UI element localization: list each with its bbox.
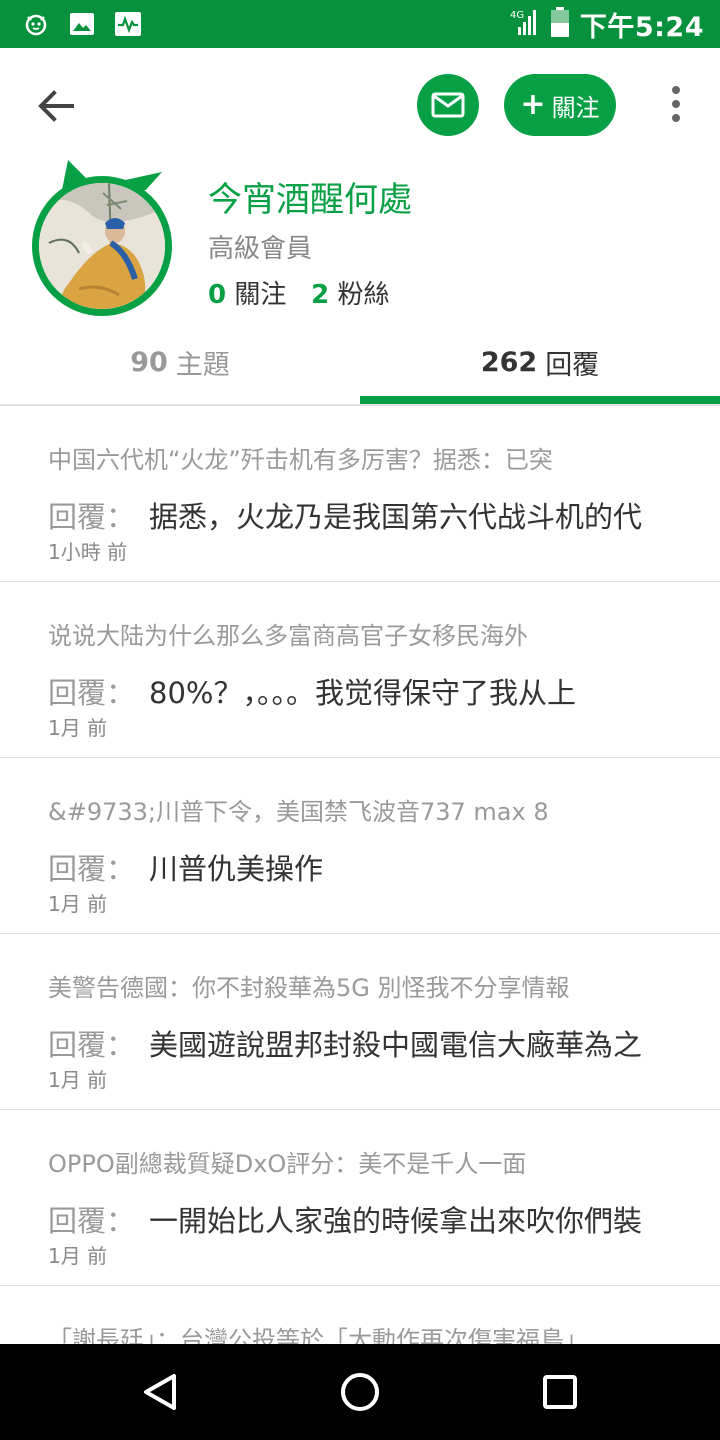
- more-menu-button[interactable]: [664, 84, 688, 124]
- more-dot: [672, 86, 680, 94]
- nav-back-button[interactable]: [136, 1368, 184, 1416]
- reply-text: 回覆： 美國遊說盟邦封殺中國電信大廠華為之: [48, 1022, 668, 1064]
- tab-count: 90: [130, 346, 168, 378]
- avatar-image: [32, 176, 172, 316]
- signal-icon: 4G: [510, 7, 540, 41]
- reply-content: 据悉，火龙乃是我国第六代战斗机的代: [149, 500, 643, 534]
- list-item[interactable]: 美警告德國：你不封殺華為5G 別怪我不分享情報 回覆： 美國遊說盟邦封殺中國電信大…: [0, 934, 720, 1110]
- mail-icon: [431, 92, 465, 118]
- reply-content: 一開始比人家強的時候拿出來吹你們裝: [149, 1204, 643, 1238]
- activity-icon: [114, 10, 142, 38]
- thread-title: 美警告德國：你不封殺華為5G 別怪我不分享情報: [48, 974, 570, 1002]
- timestamp: 1月 前: [48, 1068, 108, 1092]
- following-label: 關注: [234, 280, 287, 310]
- reply-label: 回覆：: [48, 500, 136, 534]
- tab-label: 回覆: [545, 349, 600, 381]
- list-item[interactable]: 说说大陆为什么那么多富商高官子女移民海外 回覆： 80%？，。。。我觉得保守了我从…: [0, 582, 720, 758]
- nav-home-button[interactable]: [336, 1368, 384, 1416]
- square-recents-icon: [543, 1375, 577, 1409]
- thread-title: 中国六代机“火龙”歼击机有多厉害？据悉：已突: [48, 446, 553, 474]
- reply-text: 回覆： 据悉，火龙乃是我国第六代战斗机的代: [48, 494, 668, 536]
- network-label: 4G: [510, 10, 524, 21]
- follow-button[interactable]: + 關注: [504, 74, 616, 136]
- more-dot: [672, 114, 680, 122]
- system-nav-bar: [0, 1344, 720, 1440]
- thread-title: OPPO副總裁質疑DxO評分：美不是千人一面: [48, 1150, 527, 1178]
- avatar[interactable]: [32, 160, 172, 316]
- tab-count: 262: [480, 346, 538, 378]
- timestamp: 1月 前: [48, 1244, 108, 1268]
- message-button[interactable]: [417, 74, 479, 136]
- reply-content: 80%？，。。。我觉得保守了我从上: [149, 676, 576, 710]
- timestamp: 1月 前: [48, 892, 108, 916]
- battery-icon: [550, 6, 570, 42]
- status-bar: 4G 下午5:24: [0, 0, 720, 48]
- thread-title: &#9733;川普下令，美国禁飞波音737 max 8: [48, 798, 549, 826]
- reply-label: 回覆：: [48, 676, 136, 710]
- reply-label: 回覆：: [48, 852, 136, 886]
- reply-text: 回覆： 一開始比人家強的時候拿出來吹你們裝: [48, 1198, 668, 1240]
- reply-content: 美國遊說盟邦封殺中國電信大廠華為之: [149, 1028, 643, 1062]
- tab-topics[interactable]: 90 主題: [0, 320, 360, 404]
- reply-label: 回覆：: [48, 1028, 136, 1062]
- list-item[interactable]: 「謝長廷」：台灣公投等於「大動作再次傷害福島」: [0, 1286, 720, 1350]
- arrow-left-icon: [38, 90, 74, 122]
- reply-content: 川普仇美操作: [149, 852, 324, 886]
- nav-recents-button[interactable]: [536, 1368, 584, 1416]
- list-item[interactable]: OPPO副總裁質疑DxO評分：美不是千人一面 回覆： 一開始比人家強的時候拿出來吹…: [0, 1110, 720, 1286]
- follow-label: 關注: [551, 93, 600, 122]
- timestamp: 1小時 前: [48, 540, 128, 564]
- reply-text: 回覆： 川普仇美操作: [48, 846, 668, 888]
- reply-label: 回覆：: [48, 1204, 136, 1238]
- list-item[interactable]: &#9733;川普下令，美国禁飞波音737 max 8 回覆： 川普仇美操作 1月…: [0, 758, 720, 934]
- cat-face-icon: [22, 10, 50, 38]
- plus-icon: +: [520, 87, 546, 122]
- triangle-back-icon: [144, 1374, 176, 1410]
- tab-label: 主題: [175, 349, 230, 381]
- reply-list: 中国六代机“火龙”歼击机有多厉害？据悉：已突 回覆： 据悉，火龙乃是我国第六代战斗…: [0, 406, 720, 1350]
- profile-stats: 0 關注 2 粉絲: [208, 274, 390, 311]
- status-time: 下午5:24: [579, 11, 704, 43]
- followers-count: 2: [311, 280, 330, 310]
- list-item[interactable]: 中国六代机“火龙”歼击机有多厉害？据悉：已突 回覆： 据悉，火龙乃是我国第六代战斗…: [0, 406, 720, 582]
- following-stat[interactable]: 0 關注: [208, 280, 295, 310]
- more-dot: [672, 100, 680, 108]
- tab-bar: 90 主題 262 回覆: [0, 320, 720, 406]
- profile-header: + 關注: [0, 48, 720, 158]
- tab-replies[interactable]: 262 回覆: [360, 320, 720, 404]
- following-count: 0: [208, 280, 227, 310]
- profile-name: 今宵酒醒何處: [208, 180, 412, 220]
- timestamp: 1月 前: [48, 716, 108, 740]
- circle-home-icon: [341, 1373, 379, 1411]
- followers-stat[interactable]: 2 粉絲: [311, 280, 389, 310]
- thread-title: 说说大陆为什么那么多富商高官子女移民海外: [48, 622, 528, 650]
- reply-text: 回覆： 80%？，。。。我觉得保守了我从上: [48, 670, 668, 712]
- active-tab-indicator: [360, 396, 720, 404]
- followers-label: 粉絲: [337, 280, 390, 310]
- image-icon: [68, 10, 96, 38]
- back-button[interactable]: [34, 84, 78, 128]
- member-level: 高級會員: [208, 234, 313, 264]
